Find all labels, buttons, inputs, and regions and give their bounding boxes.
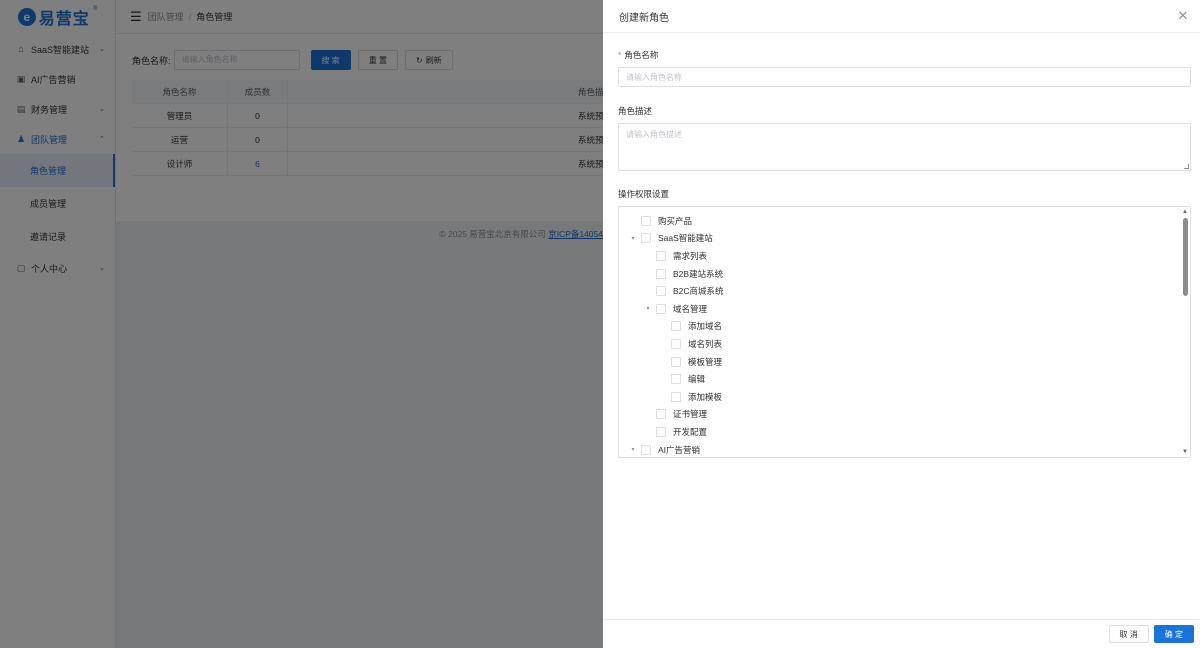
permission-tree-list: 购买产品 ▾ SaaS智能建站需求列表 B2B建站系统 B2C商城系统 ▾ 域名管理添加域名… — [619, 207, 1190, 457]
caret-down-icon[interactable]: ▾ — [628, 235, 638, 242]
role-desc-textarea[interactable]: 请输入角色描述 — [618, 123, 1191, 171]
confirm-button[interactable]: 确 定 — [1153, 625, 1194, 643]
tree-node-checkbox[interactable] — [671, 356, 681, 367]
tree-node[interactable]: 模板管理 — [619, 353, 1190, 371]
caret-down-icon[interactable]: ▾ — [643, 305, 653, 312]
tree-node-label: 域名列表 — [688, 338, 723, 349]
tree-node-label: 添加模板 — [688, 391, 723, 402]
tree-node[interactable]: ▾ SaaS智能建站 — [619, 230, 1190, 248]
tree-node-checkbox[interactable] — [656, 250, 666, 261]
tree-node-label: 开发配置 — [673, 426, 708, 437]
role-name-label-text: 角色名称 — [624, 50, 659, 60]
cancel-button[interactable]: 取 消 — [1108, 625, 1149, 643]
tree-node[interactable]: 需求列表 — [619, 247, 1190, 265]
tree-node-checkbox[interactable] — [671, 374, 681, 385]
tree-node-label: B2C商城系统 — [673, 286, 724, 297]
permission-tree: 购买产品 ▾ SaaS智能建站需求列表 B2B建站系统 B2C商城系统 ▾ 域名管理添加域名… — [618, 206, 1191, 458]
tree-node-checkbox[interactable] — [671, 321, 681, 332]
tree-node-checkbox[interactable] — [656, 426, 666, 437]
permission-label: 操作权限设置 — [618, 189, 670, 199]
required-mark: * — [618, 50, 622, 60]
tree-node-checkbox[interactable] — [641, 444, 651, 455]
tree-node-checkbox[interactable] — [671, 391, 681, 402]
tree-node-label: 购买产品 — [658, 215, 693, 226]
scroll-up-icon[interactable]: ▲ — [1182, 209, 1188, 215]
tree-node-label: 需求列表 — [673, 250, 708, 261]
resize-handle-icon[interactable] — [1184, 164, 1189, 169]
tree-node-label: 证书管理 — [673, 409, 708, 420]
tree-scrollbar[interactable]: ▲ ▼ — [1180, 207, 1190, 457]
tree-node-checkbox[interactable] — [656, 268, 666, 279]
tree-node-checkbox[interactable] — [641, 215, 651, 226]
tree-node[interactable]: B2B建站系统 — [619, 265, 1190, 283]
tree-node-label: SaaS智能建站 — [658, 233, 713, 244]
scrollbar-thumb[interactable] — [1183, 218, 1188, 296]
role-desc-label: 角色描述 — [618, 106, 653, 116]
tree-node[interactable]: 开发配置 — [619, 423, 1190, 441]
create-role-drawer: 创建新角色 ✕ * 角色名称 请输入角色名称 角色描述 请输入角色描述 操作权限… — [603, 0, 1200, 648]
create-role-form: * 角色名称 请输入角色名称 角色描述 请输入角色描述 操作权限设置 购买产品 ▾… — [603, 33, 1200, 458]
role-name-input[interactable]: 请输入角色名称 — [618, 67, 1191, 87]
tree-node-label: 添加域名 — [688, 321, 723, 332]
drawer-header: 创建新角色 ✕ — [603, 0, 1200, 33]
tree-node[interactable]: 编辑 — [619, 370, 1190, 388]
scroll-down-icon[interactable]: ▼ — [1182, 449, 1188, 455]
tree-node-checkbox[interactable] — [656, 303, 666, 314]
tree-node[interactable]: 域名列表 — [619, 335, 1190, 353]
role-desc-placeholder: 请输入角色描述 — [626, 130, 682, 139]
drawer-title: 创建新角色 — [619, 12, 669, 24]
tree-node-label: 模板管理 — [688, 356, 723, 367]
tree-node[interactable]: 添加域名 — [619, 318, 1190, 336]
tree-node-label: AI广告营销 — [658, 444, 701, 455]
tree-node-label: B2B建站系统 — [673, 268, 724, 279]
tree-node[interactable]: 证书管理 — [619, 406, 1190, 424]
tree-node-checkbox[interactable] — [641, 233, 651, 244]
drawer-footer: 取 消 确 定 — [603, 619, 1200, 648]
tree-node-checkbox[interactable] — [671, 338, 681, 349]
tree-node[interactable]: ▾ AI广告营销 — [619, 441, 1190, 457]
close-icon[interactable]: ✕ — [1176, 8, 1190, 24]
caret-down-icon[interactable]: ▾ — [628, 446, 638, 453]
tree-node[interactable]: ▾ 域名管理 — [619, 300, 1190, 318]
tree-node[interactable]: B2C商城系统 — [619, 282, 1190, 300]
role-name-label: * 角色名称 — [618, 48, 1191, 62]
tree-node-checkbox[interactable] — [656, 409, 666, 420]
tree-node-label: 编辑 — [688, 374, 706, 385]
tree-node-label: 域名管理 — [673, 303, 708, 314]
tree-node-checkbox[interactable] — [656, 286, 666, 297]
tree-node[interactable]: 添加模板 — [619, 388, 1190, 406]
tree-node[interactable]: 购买产品 — [619, 212, 1190, 230]
